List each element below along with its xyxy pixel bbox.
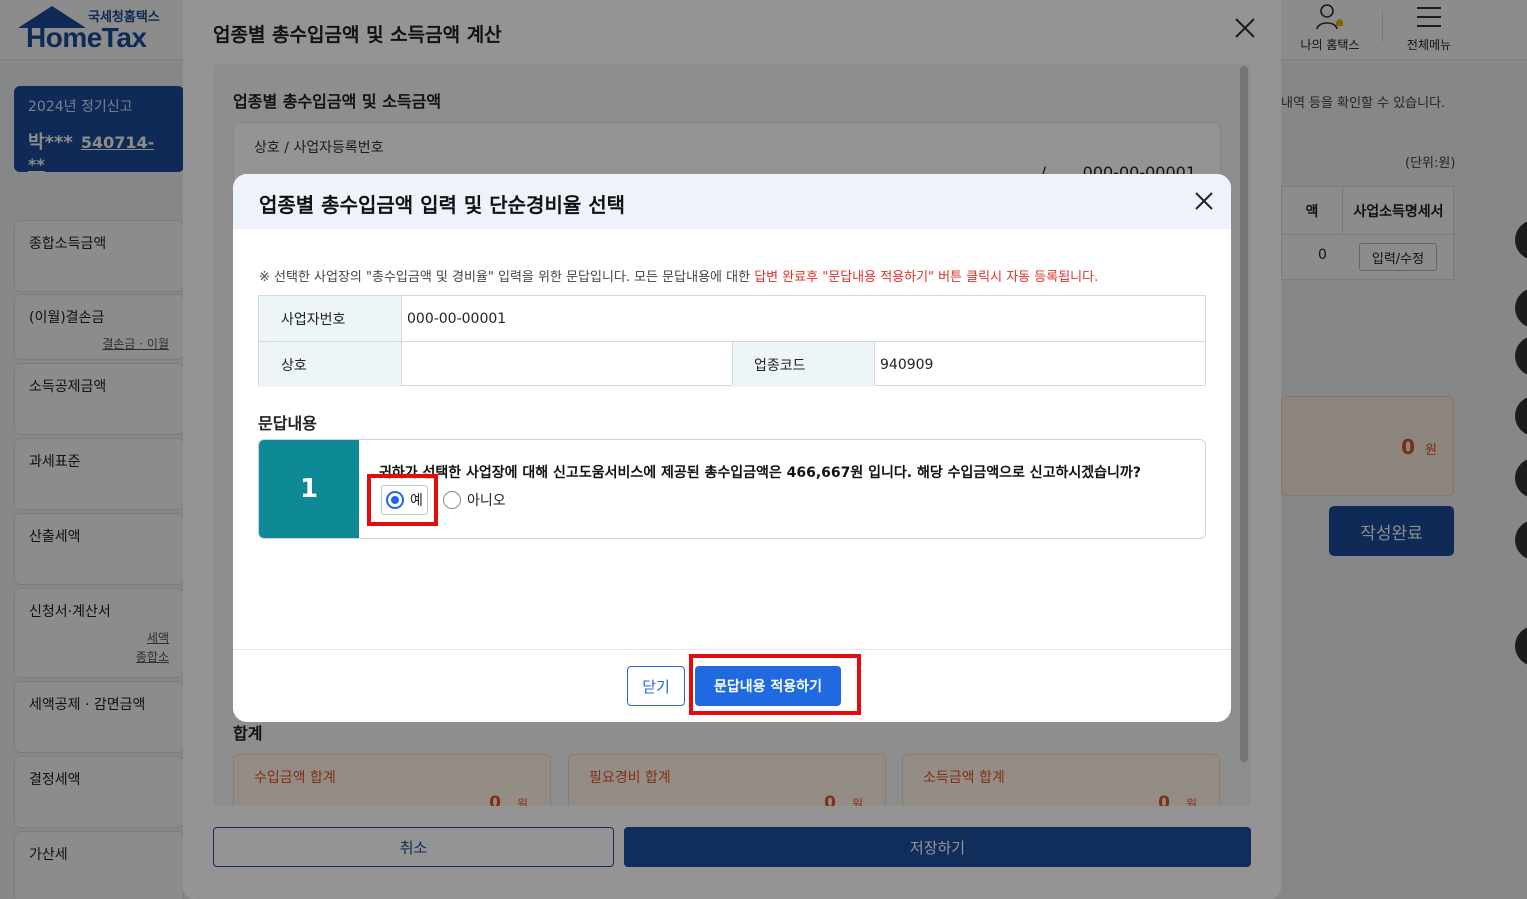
table-value-biz-no: 000-00-00001: [407, 310, 507, 327]
apply-answers-button[interactable]: 문답내용 적용하기: [695, 666, 841, 706]
notice-highlight: 답변 완료후 "문답내용 적용하기" 버튼 클릭시 자동 등록됩니다.: [754, 270, 1099, 285]
business-info-table: 사업자번호 000-00-00001 상호 업종코드 940909: [258, 295, 1206, 387]
radio-yes[interactable]: 예: [381, 485, 428, 515]
radio-no-label: 아니오: [467, 493, 506, 509]
close-button[interactable]: 닫기: [627, 666, 685, 706]
qa-section-title: 문답내용: [258, 414, 317, 433]
close-icon[interactable]: [1193, 190, 1215, 212]
radio-checked-icon[interactable]: [386, 491, 404, 509]
revenue-input-modal: 업종별 총수입금액 입력 및 단순경비율 선택 ※ 선택한 사업장의 "총수입금…: [233, 174, 1231, 722]
radio-unchecked-icon[interactable]: [443, 491, 461, 509]
table-label-industry: 업종코드: [732, 342, 874, 387]
table-label-biz-no: 사업자번호: [259, 296, 401, 341]
question-number: 1: [259, 440, 359, 538]
question-box: 1 귀하가 선택한 사업장에 대해 신고도움서비스에 제공된 총수입금액은 46…: [258, 439, 1206, 539]
inner-modal-title: 업종별 총수입금액 입력 및 단순경비율 선택: [259, 193, 626, 217]
radio-no[interactable]: 아니오: [443, 487, 506, 513]
table-label-name: 상호: [259, 342, 401, 387]
notice-text: ※ 선택한 사업장의 "총수입금액 및 경비율" 입력을 위한 문답입니다. 모…: [259, 270, 1099, 285]
table-divider: [874, 342, 875, 385]
table-divider: [401, 296, 402, 385]
footer-divider: [233, 649, 1231, 650]
table-divider: [732, 342, 733, 385]
table-value-industry: 940909: [880, 356, 934, 373]
radio-yes-label: 예: [410, 493, 423, 509]
inner-modal-header: 업종별 총수입금액 입력 및 단순경비율 선택: [233, 174, 1231, 229]
table-value-name: [401, 342, 732, 387]
question-text: 귀하가 선택한 사업장에 대해 신고도움서비스에 제공된 총수입금액은 466,…: [379, 465, 1141, 481]
